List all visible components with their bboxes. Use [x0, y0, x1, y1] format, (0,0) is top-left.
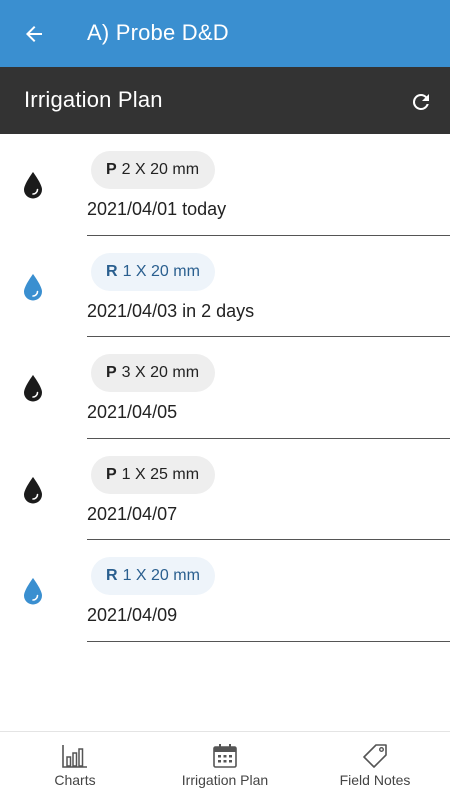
app-bar: A) Probe D&D — [0, 0, 450, 67]
irrigation-amount: 1 X 20 mm — [122, 567, 200, 584]
irrigation-amount: 3 X 20 mm — [121, 364, 200, 381]
list-item[interactable]: P 3 X 20 mm 2021/04/05 — [0, 337, 450, 439]
water-drop-icon — [24, 273, 42, 300]
water-drop-icon — [24, 375, 42, 402]
nav-label: Field Notes — [339, 772, 411, 788]
page-title: Irrigation Plan — [24, 87, 163, 112]
irrigation-chip: R 1 X 20 mm — [91, 557, 215, 595]
nav-field-notes[interactable]: Field Notes — [325, 732, 425, 800]
sub-header: Irrigation Plan — [0, 67, 450, 134]
irrigation-chip: P 3 X 20 mm — [91, 354, 215, 392]
nav-label: Charts — [54, 772, 96, 788]
list-item[interactable]: P 1 X 25 mm 2021/04/07 — [0, 439, 450, 540]
irrigation-amount: 1 X 20 mm — [122, 262, 200, 280]
app-title: A) Probe D&D — [87, 20, 229, 45]
irrigation-type: P — [106, 465, 117, 483]
irrigation-type: P — [106, 364, 117, 381]
irrigation-plan-list: P 2 X 20 mm 2021/04/01 today R 1 X 20 mm… — [0, 134, 450, 642]
irrigation-chip: P 1 X 25 mm — [91, 455, 215, 494]
nav-irrigation-plan[interactable]: Irrigation Plan — [165, 732, 285, 800]
back-arrow-icon[interactable] — [18, 18, 50, 50]
tag-icon — [361, 742, 389, 770]
calendar-icon — [211, 742, 239, 770]
irrigation-chip: P 2 X 20 mm — [91, 151, 215, 189]
irrigation-amount: 2 X 20 mm — [121, 161, 200, 178]
list-item[interactable]: P 2 X 20 mm 2021/04/01 today — [0, 134, 450, 236]
refresh-icon[interactable] — [405, 86, 437, 118]
irrigation-type: R — [106, 567, 118, 584]
nav-label: Irrigation Plan — [181, 772, 269, 788]
irrigation-date: 2021/04/09 — [87, 605, 178, 625]
irrigation-date: 2021/04/03 in 2 days — [87, 300, 255, 321]
irrigation-date: 2021/04/05 — [87, 402, 178, 422]
bar-chart-icon — [61, 742, 89, 770]
irrigation-type: P — [106, 161, 117, 178]
list-item[interactable]: R 1 X 20 mm 2021/04/09 — [0, 540, 450, 642]
irrigation-date: 2021/04/01 today — [87, 199, 227, 219]
water-drop-icon — [24, 172, 42, 199]
irrigation-amount: 1 X 25 mm — [121, 465, 200, 483]
water-drop-icon — [24, 578, 42, 605]
irrigation-date: 2021/04/07 — [87, 503, 178, 524]
bottom-navigation: Charts Irrigation Plan Field Notes — [0, 731, 450, 800]
irrigation-chip: R 1 X 20 mm — [91, 252, 215, 291]
irrigation-type: R — [106, 262, 118, 280]
divider — [87, 640, 450, 642]
nav-charts[interactable]: Charts — [25, 732, 125, 800]
water-drop-icon — [24, 476, 42, 503]
list-item[interactable]: R 1 X 20 mm 2021/04/03 in 2 days — [0, 236, 450, 337]
